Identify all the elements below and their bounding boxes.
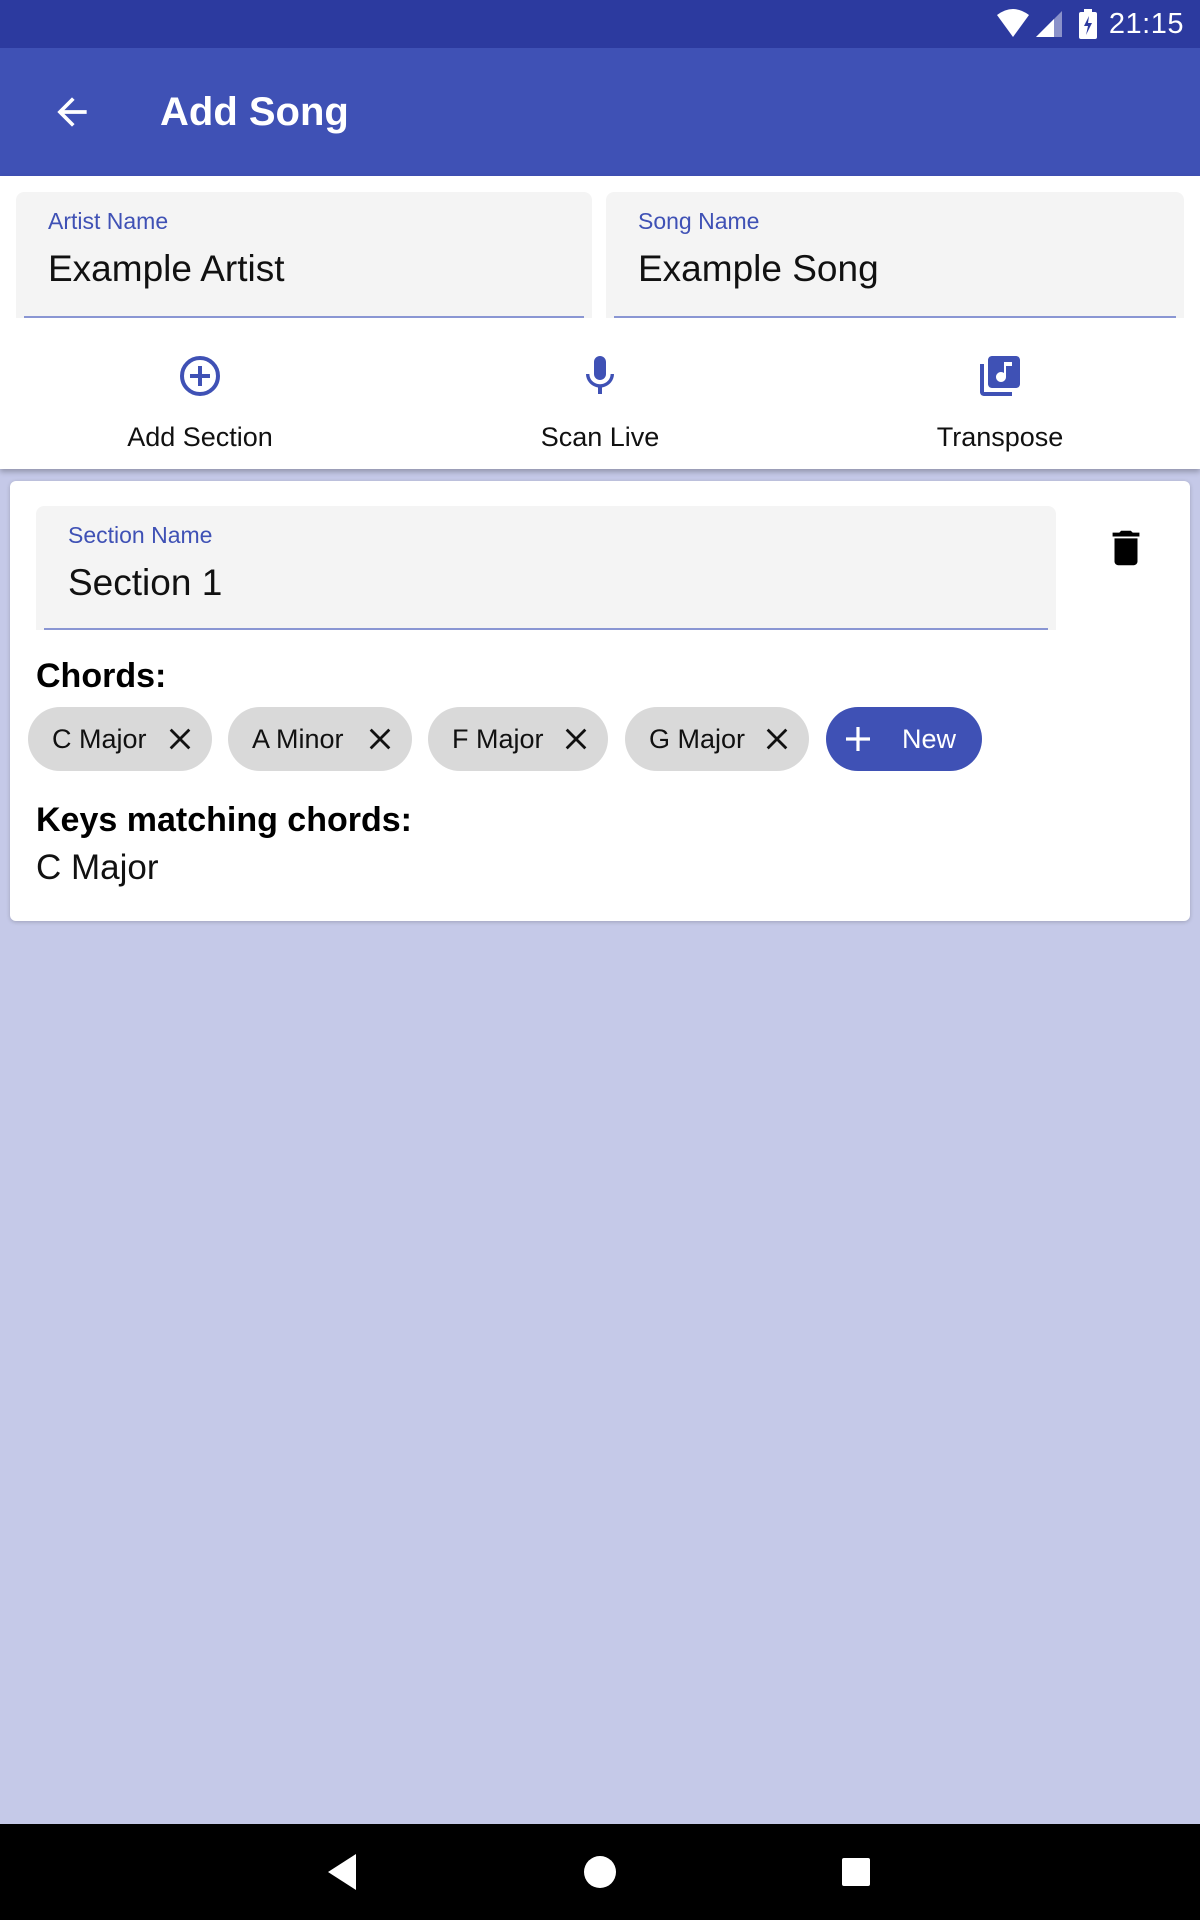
section-name-input[interactable] — [68, 562, 884, 604]
section-name-label: Section Name — [68, 522, 213, 548]
transpose-button[interactable]: Transpose — [800, 352, 1200, 472]
field-underline — [24, 316, 584, 318]
keys-matching-heading: Keys matching chords: — [36, 801, 412, 839]
chord-chip[interactable]: G Major — [625, 707, 809, 771]
field-underline — [44, 628, 1048, 630]
chord-chip-label: G Major — [649, 724, 746, 754]
scan-live-label: Scan Live — [540, 422, 660, 452]
section-card: Section Name Chords: C Major A Minor F M… — [10, 481, 1190, 921]
artist-name-field[interactable]: Artist Name — [16, 192, 592, 318]
transpose-label: Transpose — [936, 422, 1064, 452]
remove-chord-icon[interactable] — [763, 725, 791, 753]
music-library-icon — [980, 356, 1020, 396]
wifi-icon — [997, 9, 1029, 37]
system-navigation-bar — [0, 1824, 1200, 1920]
chord-chip[interactable]: A Minor — [228, 707, 412, 771]
chord-chip-label: F Major — [452, 724, 544, 754]
plus-icon — [846, 727, 870, 751]
delete-section-icon[interactable] — [1103, 525, 1149, 571]
field-underline — [614, 316, 1176, 318]
chord-chip[interactable]: F Major — [428, 707, 608, 771]
back-arrow-icon[interactable] — [50, 90, 94, 134]
microphone-icon — [586, 356, 614, 394]
new-chord-label: New — [902, 724, 957, 754]
artist-name-label: Artist Name — [48, 208, 169, 234]
nav-home-icon[interactable] — [576, 1848, 624, 1896]
app-bar: Add Song — [0, 48, 1200, 176]
status-bar: 21:15 — [0, 0, 1200, 48]
chord-chip[interactable]: C Major — [28, 707, 212, 771]
nav-back-icon[interactable] — [320, 1848, 368, 1896]
chord-chip-label: A Minor — [252, 724, 344, 754]
add-circle-icon — [180, 356, 220, 396]
song-name-field[interactable]: Song Name — [606, 192, 1184, 318]
song-name-input[interactable] — [638, 248, 1101, 290]
scan-live-button[interactable]: Scan Live — [400, 352, 800, 472]
artist-name-input[interactable] — [48, 248, 509, 290]
add-section-button[interactable]: Add Section — [0, 352, 400, 472]
new-chord-button[interactable]: New — [826, 707, 982, 771]
page-title: Add Song — [160, 90, 349, 134]
add-section-label: Add Section — [127, 422, 273, 452]
song-name-label: Song Name — [638, 208, 760, 234]
signal-icon — [1036, 11, 1062, 37]
clock: 21:15 — [1108, 8, 1184, 40]
remove-chord-icon[interactable] — [366, 725, 394, 753]
section-name-field[interactable]: Section Name — [36, 506, 1056, 630]
chords-heading: Chords: — [36, 657, 167, 695]
battery-charging-icon — [1079, 9, 1097, 39]
remove-chord-icon[interactable] — [166, 725, 194, 753]
chord-chip-label: C Major — [52, 724, 147, 754]
nav-recents-icon[interactable] — [832, 1848, 880, 1896]
keys-matching-value: C Major — [36, 848, 159, 887]
remove-chord-icon[interactable] — [562, 725, 590, 753]
